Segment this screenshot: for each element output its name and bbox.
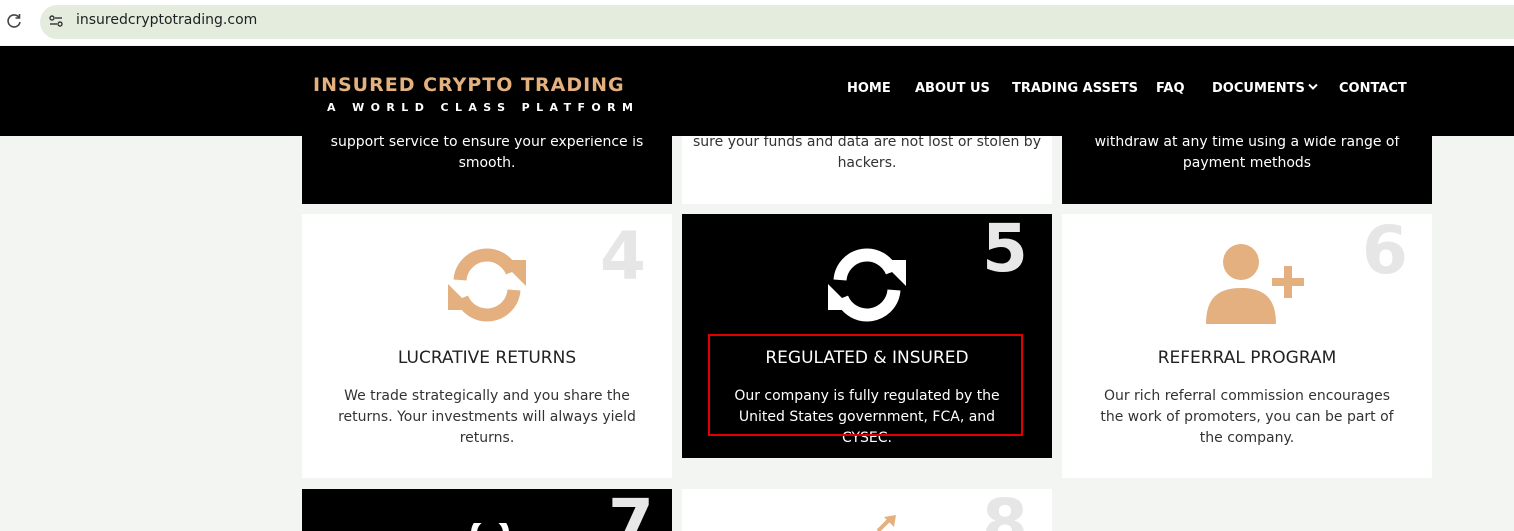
- url-text[interactable]: insuredcryptotrading.com: [76, 12, 257, 28]
- card-number: 8: [982, 489, 1028, 531]
- address-bar[interactable]: [40, 5, 1514, 39]
- feature-card-lucrative-returns: 4 LUCRATIVE RETURNS We trade strategical…: [302, 214, 672, 478]
- card-description: sure your funds and data are not lost or…: [693, 136, 1041, 171]
- nav-trading-assets[interactable]: TRADING ASSETS: [1012, 81, 1138, 96]
- card-title: REFERRAL PROGRAM: [1157, 348, 1337, 368]
- user-plus-icon: [1206, 244, 1304, 324]
- card-description: We trade strategically and you share the…: [338, 388, 636, 446]
- card-icon: [471, 523, 509, 531]
- card-number: 6: [1362, 214, 1408, 289]
- card-title: LUCRATIVE RETURNS: [397, 348, 577, 368]
- sync-icon: [828, 248, 906, 322]
- feature-card-withdraw: withdraw at any time using a wide range …: [1062, 136, 1432, 204]
- reload-icon[interactable]: [4, 11, 24, 31]
- card-number: 5: [982, 214, 1028, 287]
- feature-card-referral-program: 6 REFERRAL PROGRAM Our rich referral com…: [1062, 214, 1432, 478]
- feature-card-8: 8: [682, 489, 1052, 531]
- chevron-down-icon: [1308, 83, 1318, 90]
- highlight-box: [708, 334, 1023, 436]
- card-description: withdraw at any time using a wide range …: [1094, 136, 1400, 171]
- nav-contact[interactable]: CONTACT: [1339, 81, 1407, 96]
- feature-card-security: sure your funds and data are not lost or…: [682, 136, 1052, 204]
- nav-documents-label: DOCUMENTS: [1212, 81, 1305, 96]
- card-number: 4: [600, 218, 646, 295]
- nav-faq[interactable]: FAQ: [1156, 81, 1185, 96]
- browser-bar: insuredcryptotrading.com: [0, 0, 1514, 45]
- site-info-icon[interactable]: [46, 11, 66, 31]
- feature-card-7: 7: [302, 489, 672, 531]
- card-description: Our rich referral commission encourages …: [1100, 388, 1394, 446]
- sync-icon: [448, 248, 526, 322]
- site-header: INSURED CRYPTO TRADING A WORLD CLASS PLA…: [0, 46, 1514, 136]
- nav-about-us[interactable]: ABOUT US: [915, 81, 990, 96]
- card-icon: [876, 515, 896, 531]
- logo-subtitle: A WORLD CLASS PLATFORM: [327, 101, 640, 114]
- nav-home[interactable]: HOME: [847, 81, 891, 96]
- nav-documents[interactable]: DOCUMENTS: [1212, 81, 1318, 96]
- card-description: support service to ensure your experienc…: [330, 136, 644, 171]
- logo-title[interactable]: INSURED CRYPTO TRADING: [313, 74, 625, 96]
- card-number: 7: [608, 489, 654, 531]
- feature-card-support: support service to ensure your experienc…: [302, 136, 672, 204]
